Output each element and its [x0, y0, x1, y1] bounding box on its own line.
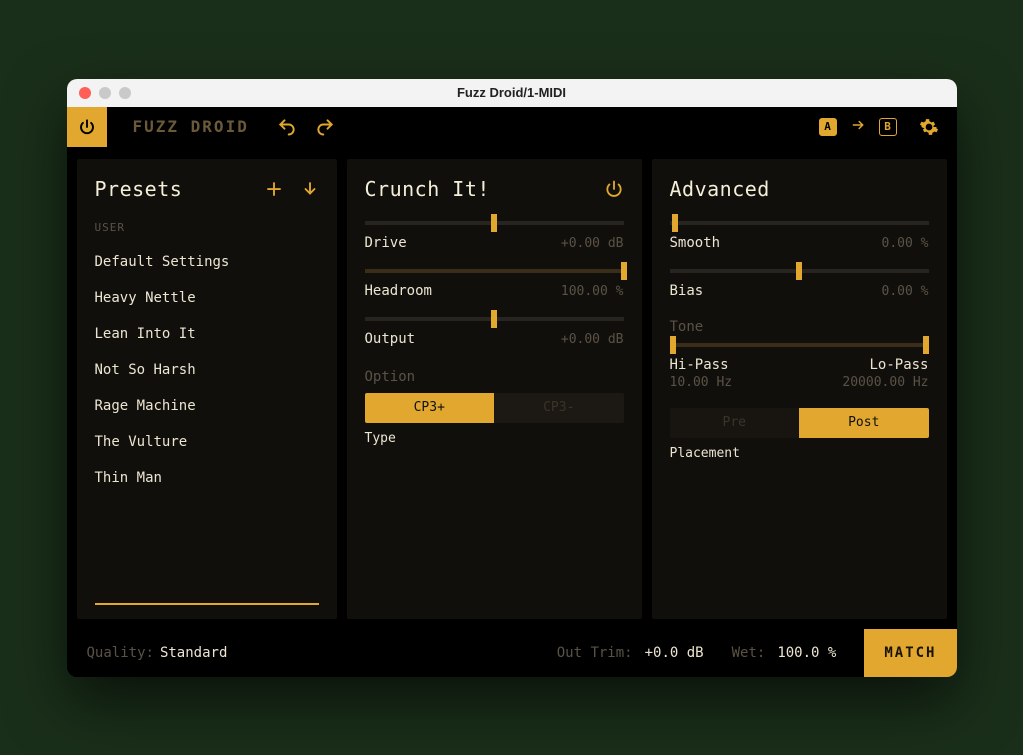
footer: Quality: Standard Out Trim: +0.0 dB Wet:… — [67, 629, 957, 677]
power-icon — [78, 118, 96, 136]
preset-item[interactable]: Heavy Nettle — [95, 280, 319, 316]
placement-toggle: Pre Post — [670, 408, 929, 438]
copy-a-to-b-button[interactable] — [849, 117, 867, 136]
type-label: Type — [365, 431, 624, 446]
compare-a-button[interactable]: A — [819, 118, 837, 136]
headroom-slider[interactable]: Headroom 100.00 % — [365, 269, 624, 299]
app-title: FUZZ DROID — [133, 117, 249, 136]
smooth-slider[interactable]: Smooth 0.00 % — [670, 221, 929, 251]
redo-button[interactable] — [315, 117, 335, 137]
hipass-value: 10.00 Hz — [670, 375, 733, 390]
preset-item[interactable]: Default Settings — [95, 244, 319, 280]
plus-icon — [265, 180, 283, 198]
output-value: +0.00 dB — [561, 332, 624, 347]
out-trim-label: Out Trim: — [557, 645, 633, 661]
preset-item[interactable]: Not So Harsh — [95, 352, 319, 388]
drive-label: Drive — [365, 235, 407, 251]
placement-label: Placement — [670, 446, 929, 461]
headroom-label: Headroom — [365, 283, 432, 299]
wet-label: Wet: — [732, 645, 766, 661]
preset-item[interactable]: Lean Into It — [95, 316, 319, 352]
placement-option-post[interactable]: Post — [799, 408, 929, 438]
type-toggle: CP3+ CP3- — [365, 393, 624, 423]
power-icon — [604, 179, 624, 199]
main-panel-title: Crunch It! — [365, 177, 490, 201]
advanced-panel: Advanced Smooth 0.00 % Bias 0.00 % Tone — [652, 159, 947, 619]
hipass-label: Hi-Pass — [670, 357, 729, 373]
close-icon[interactable] — [79, 87, 91, 99]
traffic-lights — [79, 87, 131, 99]
headroom-value: 100.00 % — [561, 284, 624, 299]
add-preset-button[interactable] — [265, 180, 283, 198]
option-label: Option — [365, 369, 624, 385]
preset-item[interactable]: Thin Man — [95, 460, 319, 496]
minimize-icon[interactable] — [99, 87, 111, 99]
smooth-label: Smooth — [670, 235, 721, 251]
drive-slider[interactable]: Drive +0.00 dB — [365, 221, 624, 251]
quality-label: Quality: — [87, 645, 154, 661]
wet-value[interactable]: 100.0 % — [777, 645, 836, 661]
lopass-value: 20000.00 Hz — [842, 375, 928, 390]
presets-divider — [95, 603, 319, 605]
tone-label: Tone — [670, 319, 929, 335]
toolbar: FUZZ DROID A B — [67, 107, 957, 147]
power-button[interactable] — [67, 107, 107, 147]
output-slider[interactable]: Output +0.00 dB — [365, 317, 624, 347]
import-preset-button[interactable] — [301, 180, 319, 198]
type-option-cp3plus[interactable]: CP3+ — [365, 393, 495, 423]
arrow-right-icon — [849, 118, 867, 132]
drive-value: +0.00 dB — [561, 236, 624, 251]
quality-value[interactable]: Standard — [160, 645, 227, 661]
section-power-button[interactable] — [604, 179, 624, 199]
type-option-cp3minus[interactable]: CP3- — [494, 393, 624, 423]
smooth-value: 0.00 % — [882, 236, 929, 251]
preset-item[interactable]: Rage Machine — [95, 388, 319, 424]
out-trim-value[interactable]: +0.0 dB — [645, 645, 704, 661]
output-label: Output — [365, 331, 416, 347]
download-arrow-icon — [301, 180, 319, 198]
settings-button[interactable] — [919, 117, 939, 137]
redo-icon — [315, 117, 335, 137]
plugin-window: Fuzz Droid/1-MIDI FUZZ DROID A — [67, 79, 957, 677]
main-panels: Presets USER Default Settings H — [67, 147, 957, 629]
bias-slider[interactable]: Bias 0.00 % — [670, 269, 929, 299]
gear-icon — [919, 117, 939, 137]
preset-item[interactable]: The Vulture — [95, 424, 319, 460]
placement-option-pre[interactable]: Pre — [670, 408, 800, 438]
maximize-icon[interactable] — [119, 87, 131, 99]
compare-b-button[interactable]: B — [879, 118, 897, 136]
titlebar: Fuzz Droid/1-MIDI — [67, 79, 957, 107]
advanced-title: Advanced — [670, 177, 770, 201]
tone-range-slider[interactable] — [670, 343, 929, 347]
window-title: Fuzz Droid/1-MIDI — [67, 85, 957, 100]
bias-label: Bias — [670, 283, 704, 299]
match-button[interactable]: MATCH — [864, 629, 956, 677]
undo-icon — [277, 117, 297, 137]
undo-button[interactable] — [277, 117, 297, 137]
preset-section-user: USER — [95, 221, 319, 234]
presets-panel: Presets USER Default Settings H — [77, 159, 337, 619]
bias-value: 0.00 % — [882, 284, 929, 299]
lopass-label: Lo-Pass — [869, 357, 928, 373]
main-panel: Crunch It! Drive +0.00 dB — [347, 159, 642, 619]
presets-title: Presets — [95, 177, 183, 201]
